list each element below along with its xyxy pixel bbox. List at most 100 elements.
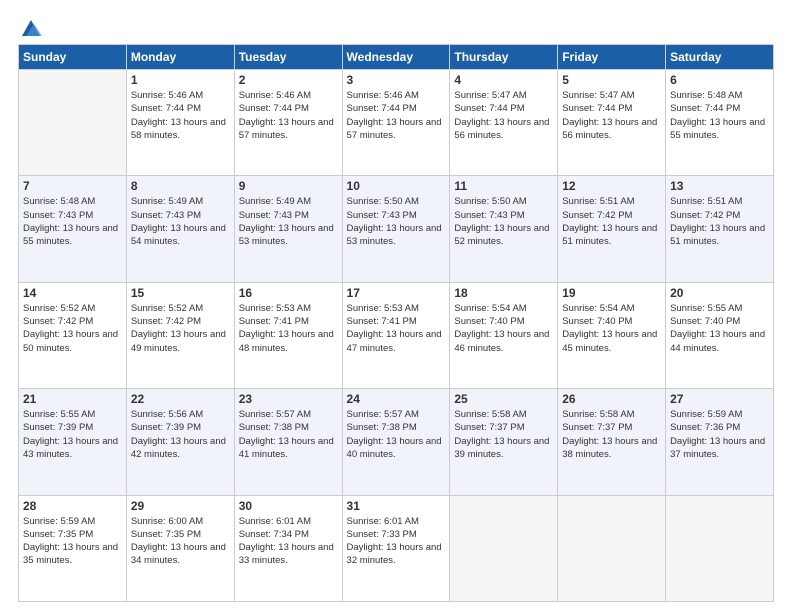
day-number: 20 <box>670 286 769 300</box>
calendar-cell: 31 Sunrise: 6:01 AMSunset: 7:33 PMDayligh… <box>342 495 450 601</box>
calendar-cell: 9 Sunrise: 5:49 AMSunset: 7:43 PMDaylight… <box>234 176 342 282</box>
day-number: 25 <box>454 392 553 406</box>
weekday-monday: Monday <box>126 45 234 70</box>
day-number: 6 <box>670 73 769 87</box>
calendar-week-4: 21 Sunrise: 5:55 AMSunset: 7:39 PMDayligh… <box>19 389 774 495</box>
calendar-cell: 11 Sunrise: 5:50 AMSunset: 7:43 PMDayligh… <box>450 176 558 282</box>
day-number: 19 <box>562 286 661 300</box>
day-info: Sunrise: 5:50 AMSunset: 7:43 PMDaylight:… <box>347 195 446 248</box>
weekday-thursday: Thursday <box>450 45 558 70</box>
calendar-cell: 7Sunrise: 5:48 AMSunset: 7:43 PMDaylight… <box>19 176 127 282</box>
calendar-cell: 28 Sunrise: 5:59 AMSunset: 7:35 PMDayligh… <box>19 495 127 601</box>
calendar-cell: 12 Sunrise: 5:51 AMSunset: 7:42 PMDayligh… <box>558 176 666 282</box>
weekday-wednesday: Wednesday <box>342 45 450 70</box>
calendar-cell: 26 Sunrise: 5:58 AMSunset: 7:37 PMDayligh… <box>558 389 666 495</box>
day-number: 24 <box>347 392 446 406</box>
calendar-week-3: 14 Sunrise: 5:52 AMSunset: 7:42 PMDayligh… <box>19 282 774 388</box>
calendar-cell: 25 Sunrise: 5:58 AMSunset: 7:37 PMDayligh… <box>450 389 558 495</box>
day-number: 5 <box>562 73 661 87</box>
calendar-table: SundayMondayTuesdayWednesdayThursdayFrid… <box>18 44 774 602</box>
day-number: 28 <box>23 499 122 513</box>
calendar-cell: 3 Sunrise: 5:46 AMSunset: 7:44 PMDaylight… <box>342 70 450 176</box>
day-info: Sunrise: 6:01 AMSunset: 7:34 PMDaylight:… <box>239 515 338 568</box>
calendar-week-5: 28 Sunrise: 5:59 AMSunset: 7:35 PMDayligh… <box>19 495 774 601</box>
day-number: 26 <box>562 392 661 406</box>
day-number: 16 <box>239 286 338 300</box>
day-number: 4 <box>454 73 553 87</box>
day-info: Sunrise: 5:48 AMSunset: 7:43 PMDaylight:… <box>23 195 122 248</box>
weekday-friday: Friday <box>558 45 666 70</box>
day-number: 3 <box>347 73 446 87</box>
day-info: Sunrise: 5:46 AMSunset: 7:44 PMDaylight:… <box>131 89 230 142</box>
day-number: 31 <box>347 499 446 513</box>
day-info: Sunrise: 5:54 AMSunset: 7:40 PMDaylight:… <box>454 302 553 355</box>
calendar-cell: 1 Sunrise: 5:46 AMSunset: 7:44 PMDaylight… <box>126 70 234 176</box>
logo-icon <box>20 18 42 40</box>
day-number: 22 <box>131 392 230 406</box>
calendar-week-2: 7Sunrise: 5:48 AMSunset: 7:43 PMDaylight… <box>19 176 774 282</box>
day-info: Sunrise: 5:47 AMSunset: 7:44 PMDaylight:… <box>562 89 661 142</box>
day-info: Sunrise: 6:01 AMSunset: 7:33 PMDaylight:… <box>347 515 446 568</box>
calendar-cell: 8 Sunrise: 5:49 AMSunset: 7:43 PMDaylight… <box>126 176 234 282</box>
day-number: 1 <box>131 73 230 87</box>
header <box>18 18 774 36</box>
calendar-week-1: 1 Sunrise: 5:46 AMSunset: 7:44 PMDaylight… <box>19 70 774 176</box>
day-info: Sunrise: 5:58 AMSunset: 7:37 PMDaylight:… <box>562 408 661 461</box>
day-number: 9 <box>239 179 338 193</box>
day-info: Sunrise: 5:46 AMSunset: 7:44 PMDaylight:… <box>347 89 446 142</box>
day-info: Sunrise: 5:51 AMSunset: 7:42 PMDaylight:… <box>562 195 661 248</box>
weekday-header-row: SundayMondayTuesdayWednesdayThursdayFrid… <box>19 45 774 70</box>
day-info: Sunrise: 6:00 AMSunset: 7:35 PMDaylight:… <box>131 515 230 568</box>
calendar-cell: 5 Sunrise: 5:47 AMSunset: 7:44 PMDaylight… <box>558 70 666 176</box>
calendar-cell: 13Sunrise: 5:51 AMSunset: 7:42 PMDayligh… <box>666 176 774 282</box>
day-info: Sunrise: 5:54 AMSunset: 7:40 PMDaylight:… <box>562 302 661 355</box>
calendar-cell: 15Sunrise: 5:52 AMSunset: 7:42 PMDayligh… <box>126 282 234 388</box>
day-number: 11 <box>454 179 553 193</box>
day-info: Sunrise: 5:52 AMSunset: 7:42 PMDaylight:… <box>23 302 122 355</box>
day-number: 23 <box>239 392 338 406</box>
weekday-tuesday: Tuesday <box>234 45 342 70</box>
day-info: Sunrise: 5:58 AMSunset: 7:37 PMDaylight:… <box>454 408 553 461</box>
page: SundayMondayTuesdayWednesdayThursdayFrid… <box>0 0 792 612</box>
day-info: Sunrise: 5:56 AMSunset: 7:39 PMDaylight:… <box>131 408 230 461</box>
calendar-cell <box>666 495 774 601</box>
day-info: Sunrise: 5:59 AMSunset: 7:36 PMDaylight:… <box>670 408 769 461</box>
day-number: 17 <box>347 286 446 300</box>
day-info: Sunrise: 5:49 AMSunset: 7:43 PMDaylight:… <box>239 195 338 248</box>
calendar-cell: 2Sunrise: 5:46 AMSunset: 7:44 PMDaylight… <box>234 70 342 176</box>
day-number: 8 <box>131 179 230 193</box>
calendar-cell: 19 Sunrise: 5:54 AMSunset: 7:40 PMDayligh… <box>558 282 666 388</box>
day-number: 12 <box>562 179 661 193</box>
day-info: Sunrise: 5:51 AMSunset: 7:42 PMDaylight:… <box>670 195 769 248</box>
weekday-sunday: Sunday <box>19 45 127 70</box>
day-number: 14 <box>23 286 122 300</box>
day-info: Sunrise: 5:53 AMSunset: 7:41 PMDaylight:… <box>239 302 338 355</box>
calendar-cell: 29Sunrise: 6:00 AMSunset: 7:35 PMDayligh… <box>126 495 234 601</box>
day-info: Sunrise: 5:59 AMSunset: 7:35 PMDaylight:… <box>23 515 122 568</box>
calendar-cell: 17 Sunrise: 5:53 AMSunset: 7:41 PMDayligh… <box>342 282 450 388</box>
calendar-cell: 4 Sunrise: 5:47 AMSunset: 7:44 PMDaylight… <box>450 70 558 176</box>
calendar-cell: 20Sunrise: 5:55 AMSunset: 7:40 PMDayligh… <box>666 282 774 388</box>
day-number: 21 <box>23 392 122 406</box>
day-number: 18 <box>454 286 553 300</box>
day-info: Sunrise: 5:49 AMSunset: 7:43 PMDaylight:… <box>131 195 230 248</box>
weekday-saturday: Saturday <box>666 45 774 70</box>
day-info: Sunrise: 5:55 AMSunset: 7:39 PMDaylight:… <box>23 408 122 461</box>
day-info: Sunrise: 5:57 AMSunset: 7:38 PMDaylight:… <box>347 408 446 461</box>
day-info: Sunrise: 5:47 AMSunset: 7:44 PMDaylight:… <box>454 89 553 142</box>
day-info: Sunrise: 5:52 AMSunset: 7:42 PMDaylight:… <box>131 302 230 355</box>
calendar-cell: 21 Sunrise: 5:55 AMSunset: 7:39 PMDayligh… <box>19 389 127 495</box>
calendar-cell <box>558 495 666 601</box>
day-info: Sunrise: 5:53 AMSunset: 7:41 PMDaylight:… <box>347 302 446 355</box>
day-info: Sunrise: 5:46 AMSunset: 7:44 PMDaylight:… <box>239 89 338 142</box>
calendar-cell: 24 Sunrise: 5:57 AMSunset: 7:38 PMDayligh… <box>342 389 450 495</box>
calendar-cell: 27Sunrise: 5:59 AMSunset: 7:36 PMDayligh… <box>666 389 774 495</box>
day-info: Sunrise: 5:57 AMSunset: 7:38 PMDaylight:… <box>239 408 338 461</box>
day-number: 10 <box>347 179 446 193</box>
calendar-cell: 14 Sunrise: 5:52 AMSunset: 7:42 PMDayligh… <box>19 282 127 388</box>
logo <box>18 18 42 36</box>
calendar-cell: 10 Sunrise: 5:50 AMSunset: 7:43 PMDayligh… <box>342 176 450 282</box>
calendar-cell: 18 Sunrise: 5:54 AMSunset: 7:40 PMDayligh… <box>450 282 558 388</box>
calendar-cell <box>19 70 127 176</box>
day-info: Sunrise: 5:50 AMSunset: 7:43 PMDaylight:… <box>454 195 553 248</box>
